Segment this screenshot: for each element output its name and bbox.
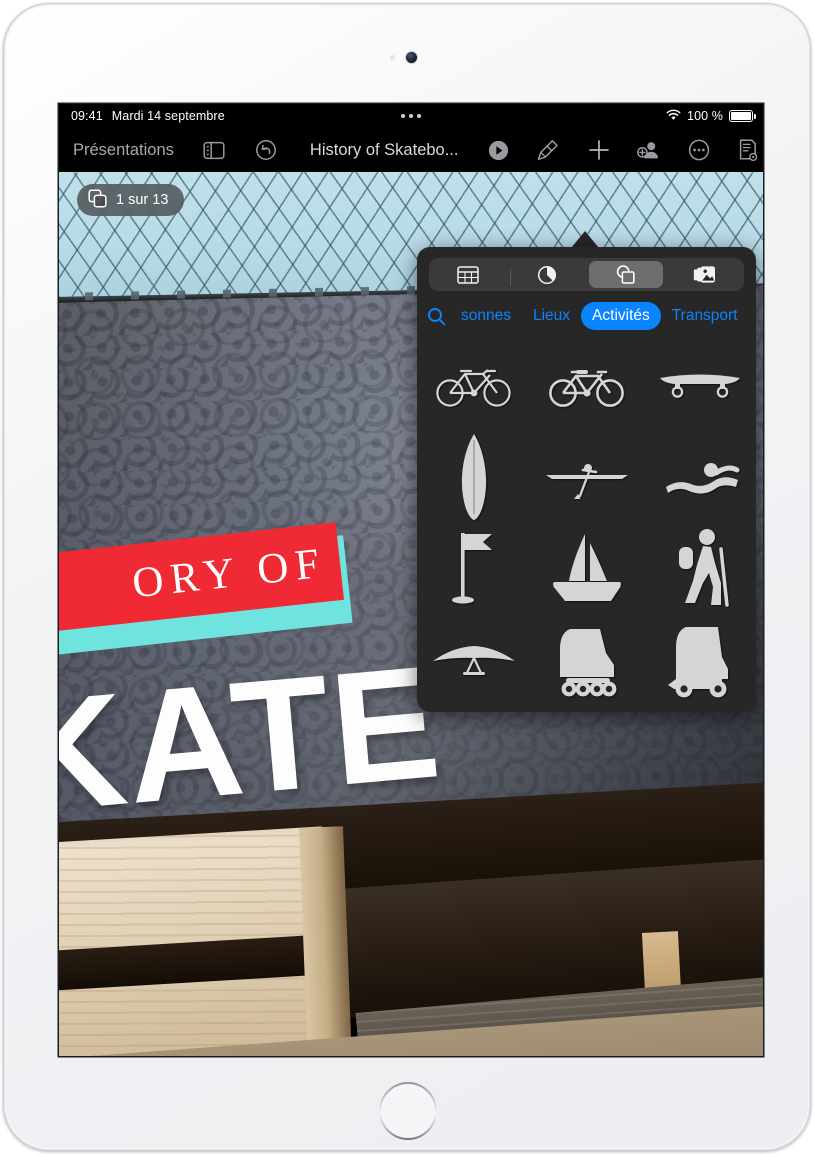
ipad-device: 09:41 Mardi 14 septembre 100 % Présentat…	[3, 3, 811, 1151]
device-screen: 09:41 Mardi 14 septembre 100 % Présentat…	[59, 104, 763, 1056]
undo-arrow-icon[interactable]	[255, 139, 277, 161]
home-button[interactable]	[379, 1082, 437, 1140]
battery-percent-label: 100 %	[687, 109, 723, 123]
shape-rowing-scull[interactable]	[530, 431, 643, 523]
shape-hang-glider[interactable]	[417, 615, 530, 707]
battery-full-icon	[729, 110, 756, 122]
shape-grid[interactable]	[417, 339, 756, 707]
segment-chart[interactable]	[510, 261, 585, 288]
document-notes-icon[interactable]	[737, 138, 759, 162]
shapes-popover[interactable]: sonnes Lieux Activités Transport Trav	[417, 247, 756, 712]
segment-shape[interactable]	[588, 261, 664, 288]
segment-media[interactable]	[667, 261, 742, 288]
paintbrush-format-icon[interactable]	[536, 138, 560, 162]
status-bar-right: 100 %	[666, 109, 763, 124]
pie-chart-icon	[538, 265, 557, 284]
status-bar: 09:41 Mardi 14 septembre 100 %	[59, 104, 763, 128]
shape-surfboard[interactable]	[417, 431, 530, 523]
shape-road-bicycle[interactable]	[417, 339, 530, 431]
shape-inline-skate[interactable]	[530, 615, 643, 707]
slide-counter-label: 1 sur 13	[116, 192, 169, 208]
photos-media-icon	[693, 266, 716, 283]
segment-table[interactable]	[431, 261, 511, 288]
category-tab-personnes[interactable]: sonnes	[450, 302, 522, 330]
status-time: 09:41	[71, 109, 103, 123]
shape-sailboat[interactable]	[530, 523, 643, 615]
play-circle-icon[interactable]	[487, 139, 510, 162]
category-tab-activites[interactable]: Activités	[581, 302, 661, 330]
shape-hiker[interactable]	[643, 523, 756, 615]
category-tab-travail[interactable]: Trav	[749, 302, 756, 330]
table-grid-icon	[457, 265, 480, 284]
status-bar-left: 09:41 Mardi 14 septembre	[59, 109, 225, 123]
category-tab-transport[interactable]: Transport	[661, 302, 749, 330]
category-tab-lieux[interactable]: Lieux	[522, 302, 581, 330]
slide-title-line1: ORY OF	[129, 539, 329, 607]
slide-canvas[interactable]: ORY OF KATE 1 sur 13 sonnes Lieux Activi…	[59, 172, 763, 1056]
shape-golf-flag[interactable]	[417, 523, 530, 615]
more-ellipsis-circle-icon[interactable]	[687, 138, 711, 162]
sidebar-panel-icon[interactable]	[203, 141, 225, 160]
popover-arrow	[571, 231, 599, 248]
popover-segmented-control[interactable]	[429, 258, 744, 291]
shapes-overlap-icon	[617, 265, 635, 284]
shape-swimmer[interactable]	[643, 431, 756, 523]
shape-city-bicycle[interactable]	[530, 339, 643, 431]
app-toolbar: Présentations History of Skatebo...	[59, 128, 763, 172]
document-title[interactable]: History of Skatebo...	[310, 141, 459, 160]
ambient-light-sensor	[390, 55, 395, 60]
slides-stack-icon	[88, 188, 107, 212]
wifi-icon	[666, 109, 681, 124]
front-camera-icon	[406, 52, 417, 63]
plus-icon[interactable]	[587, 138, 611, 162]
back-to-presentations-button[interactable]: Présentations	[59, 141, 174, 160]
search-magnifier-icon[interactable]	[425, 307, 450, 326]
status-date: Mardi 14 septembre	[111, 109, 225, 123]
shape-skateboard[interactable]	[643, 339, 756, 431]
category-tab-row[interactable]: sonnes Lieux Activités Transport Trav	[417, 299, 756, 333]
shape-roller-skate[interactable]	[643, 615, 756, 707]
add-person-collaborate-icon[interactable]	[636, 138, 661, 162]
status-more-dots-icon	[401, 114, 421, 118]
slide-counter-badge[interactable]: 1 sur 13	[77, 184, 185, 216]
